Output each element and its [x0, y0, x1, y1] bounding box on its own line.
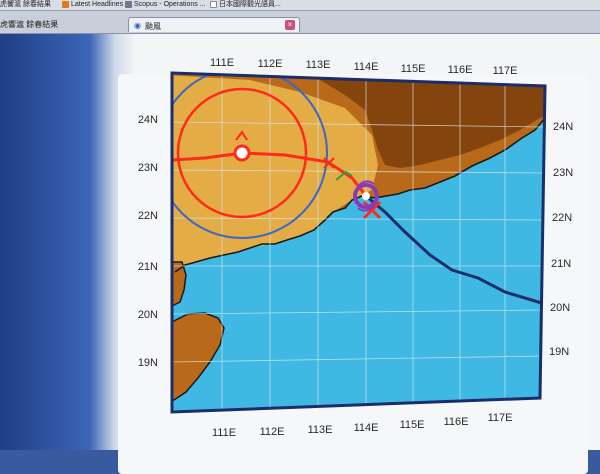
- top-lon-label: 112E: [258, 58, 283, 70]
- bottom-lon-label: 117E: [488, 412, 513, 424]
- bottom-lon-label: 111E: [212, 427, 236, 439]
- typhoon-track-map: 111E 112E 113E 114E 115E 116E 117E 111E …: [138, 57, 573, 439]
- right-lat-label: 22N: [552, 212, 572, 224]
- left-lat-label: 23N: [138, 162, 158, 174]
- left-lat-label: 20N: [138, 309, 158, 321]
- bottom-lon-label: 115E: [400, 419, 425, 431]
- right-lat-label: 19N: [549, 346, 569, 358]
- right-lat-label: 23N: [553, 167, 573, 179]
- left-lat-label: 24N: [138, 114, 158, 126]
- left-lat-label: 22N: [138, 210, 158, 222]
- top-lon-label: 117E: [493, 65, 518, 77]
- top-lon-label: 115E: [401, 63, 426, 75]
- top-lon-label: 116E: [448, 64, 473, 76]
- top-lon-label: 111E: [210, 57, 234, 69]
- right-lat-label: 20N: [550, 302, 570, 314]
- bottom-lon-label: 114E: [354, 422, 379, 434]
- bottom-lon-label: 112E: [260, 426, 285, 438]
- top-lon-label: 113E: [306, 59, 331, 71]
- left-lat-label: 19N: [138, 357, 158, 369]
- bottom-lon-label: 113E: [308, 424, 333, 436]
- right-lat-label: 24N: [553, 121, 573, 133]
- right-lat-label: 21N: [551, 258, 571, 270]
- left-lat-label: 21N: [138, 261, 158, 273]
- top-lon-label: 114E: [354, 61, 379, 73]
- bottom-lon-label: 116E: [444, 416, 469, 428]
